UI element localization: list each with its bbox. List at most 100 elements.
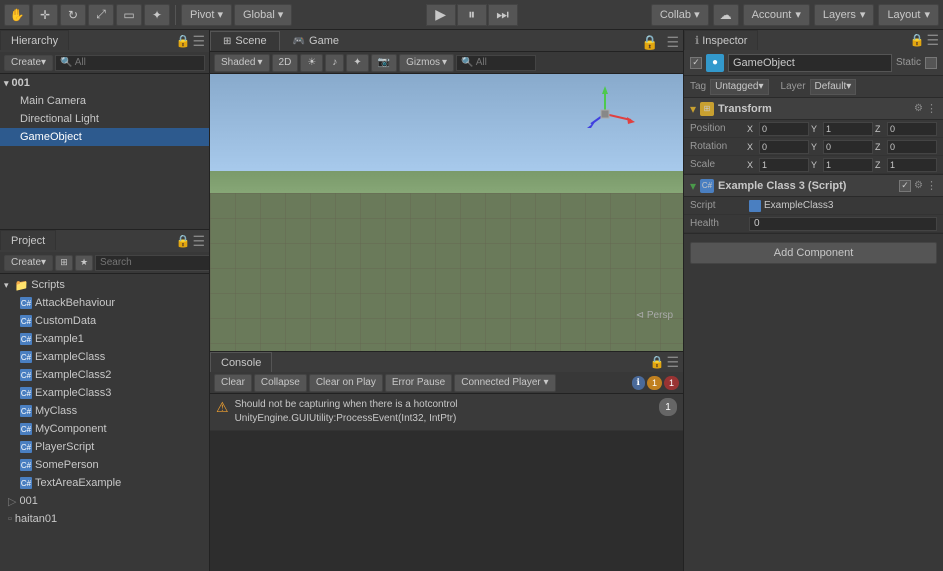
hand-tool-button[interactable]: ✋ <box>4 4 30 26</box>
project-search-input[interactable] <box>95 255 209 271</box>
project-scripts-folder[interactable]: ▾ 📁 Scripts <box>0 276 209 294</box>
inspector-menu-icon[interactable]: ☰ <box>926 32 939 49</box>
hierarchy-tab[interactable]: Hierarchy <box>0 30 69 50</box>
rotate-tool-button[interactable]: ↻ <box>60 4 86 26</box>
scene-tab[interactable]: ⊞ Scene <box>210 31 280 51</box>
project-menu-icon[interactable]: ☰ <box>192 233 205 250</box>
position-z-input[interactable] <box>887 122 937 136</box>
project-create-button[interactable]: Create ▾ <box>4 255 53 271</box>
health-field-input[interactable] <box>749 217 937 231</box>
console-lock-icon[interactable]: 🔒 <box>649 355 664 369</box>
console-entry-0[interactable]: ⚠ Should not be capturing when there is … <box>210 394 683 431</box>
project-tab[interactable]: Project <box>0 230 56 250</box>
game-tab[interactable]: 🎮 Game <box>280 31 352 51</box>
move-tool-button[interactable]: ✛ <box>32 4 58 26</box>
cloud-button[interactable]: ☁ <box>713 4 739 26</box>
scene-search-input[interactable] <box>456 55 536 71</box>
script-more-icon[interactable]: ⋮ <box>926 179 937 192</box>
transform-tool-button[interactable]: ✦ <box>144 4 170 26</box>
position-y-input[interactable] <box>823 122 873 136</box>
transform-more-icon[interactable]: ⋮ <box>926 102 937 115</box>
collab-button[interactable]: Collab ▾ <box>651 4 709 26</box>
scale-x-input[interactable] <box>759 158 809 172</box>
rect-tool-button[interactable]: ▭ <box>116 4 142 26</box>
scale-y-input[interactable] <box>823 158 873 172</box>
pivot-button[interactable]: Pivot ▾ <box>181 4 232 26</box>
transform-component-header[interactable]: ▾ ⊞ Transform ⚙ ⋮ <box>684 98 943 120</box>
project-item-exampleclass3[interactable]: C# ExampleClass3 <box>0 384 209 402</box>
layers-button[interactable]: Layers ▾ <box>814 4 875 26</box>
play-button[interactable]: ▶ <box>426 4 456 26</box>
hierarchy-item-main-camera[interactable]: Main Camera <box>0 92 209 110</box>
shading-dropdown[interactable]: Shaded ▾ <box>214 54 270 72</box>
separator-1 <box>175 5 176 25</box>
script-settings-icon[interactable]: ⚙ <box>914 180 923 191</box>
script-icon: C# <box>20 405 32 417</box>
position-x-input[interactable] <box>759 122 809 136</box>
hierarchy-lock-icon[interactable]: 🔒 <box>175 34 190 48</box>
hierarchy-search-input[interactable] <box>55 55 205 71</box>
pause-button[interactable]: ⏸ <box>457 4 487 26</box>
project-item-001[interactable]: ▷ 001 <box>0 492 209 510</box>
audio-toggle[interactable]: ♪ <box>325 54 344 72</box>
project-lock-icon[interactable]: 🔒 <box>175 234 190 248</box>
gameobject-name-input[interactable] <box>728 54 892 72</box>
project-item-myclass[interactable]: C# MyClass <box>0 402 209 420</box>
script-component-header[interactable]: ▾ C# Example Class 3 (Script) ✓ ⚙ ⋮ <box>684 175 943 197</box>
rotation-x-input[interactable] <box>759 140 809 154</box>
static-checkbox[interactable] <box>925 57 937 69</box>
collapse-button[interactable]: Collapse <box>254 374 307 392</box>
rotation-y-input[interactable] <box>823 140 873 154</box>
account-button[interactable]: Account ▾ <box>743 4 810 26</box>
project-item-customdata[interactable]: C# CustomData <box>0 312 209 330</box>
layout-button[interactable]: Layout ▾ <box>878 4 939 26</box>
fx-toggle[interactable]: ✦ <box>346 54 368 72</box>
perspective-label: ⊲ Persp <box>636 310 673 321</box>
hierarchy-menu-icon[interactable]: ☰ <box>192 33 205 50</box>
project-item-haitan01[interactable]: ▫ haitan01 <box>0 510 209 528</box>
rotation-z-input[interactable] <box>887 140 937 154</box>
add-component-button[interactable]: Add Component <box>690 242 937 264</box>
error-pause-button[interactable]: Error Pause <box>385 374 452 392</box>
connected-player-button[interactable]: Connected Player ▾ <box>454 374 555 392</box>
gameobject-active-checkbox[interactable]: ✓ <box>690 57 702 69</box>
hierarchy-item-directional-light[interactable]: Directional Light <box>0 110 209 128</box>
console-menu-icon[interactable]: ☰ <box>666 354 679 371</box>
project-item-someperson[interactable]: C# SomePerson <box>0 456 209 474</box>
project-view-toggle[interactable]: ⊞ <box>55 255 73 271</box>
scene-camera-toggle[interactable]: 📷 <box>371 54 397 72</box>
tag-layer-row: Tag Untagged ▾ Layer Default ▾ <box>684 76 943 98</box>
scale-y-field: Y <box>811 158 873 172</box>
scale-z-input[interactable] <box>887 158 937 172</box>
step-button[interactable]: ⏭ <box>488 4 518 26</box>
center-menu-icon[interactable]: ☰ <box>662 34 683 51</box>
transform-settings-icon[interactable]: ⚙ <box>914 103 923 114</box>
scale-tool-button[interactable]: ⤢ <box>88 4 114 26</box>
console-tab[interactable]: Console <box>210 352 272 372</box>
project-item-example1[interactable]: C# Example1 <box>0 330 209 348</box>
project-item-textareaexample[interactable]: C# TextAreaExample <box>0 474 209 492</box>
layer-dropdown[interactable]: Default ▾ <box>810 79 857 95</box>
project-item-exampleclass2[interactable]: C# ExampleClass2 <box>0 366 209 384</box>
center-lock-icon[interactable]: 🔒 <box>637 34 662 51</box>
lighting-toggle[interactable]: ☀ <box>300 54 323 72</box>
project-item-playerscript[interactable]: C# PlayerScript <box>0 438 209 456</box>
hierarchy-create-button[interactable]: Create ▾ <box>4 55 53 71</box>
2d-button[interactable]: 2D <box>272 54 299 72</box>
scene-viewport[interactable]: ⊲ Persp <box>210 74 683 351</box>
script-active-checkbox[interactable]: ✓ <box>899 180 911 192</box>
inspector-lock-icon[interactable]: 🔒 <box>909 33 924 47</box>
tag-dropdown[interactable]: Untagged ▾ <box>710 79 768 95</box>
clear-on-play-button[interactable]: Clear on Play <box>309 374 383 392</box>
inspector-tab[interactable]: ℹ Inspector <box>684 30 758 50</box>
global-button[interactable]: Global ▾ <box>234 4 292 26</box>
scene-root-item[interactable]: ▾ 001 <box>0 74 209 92</box>
play-controls: ▶ ⏸ ⏭ <box>426 4 518 26</box>
project-item-attackbehaviour[interactable]: C# AttackBehaviour <box>0 294 209 312</box>
gizmos-dropdown[interactable]: Gizmos ▾ <box>399 54 454 72</box>
hierarchy-item-gameobject[interactable]: GameObject <box>0 128 209 146</box>
project-star-button[interactable]: ★ <box>75 255 93 271</box>
project-item-mycomponent[interactable]: C# MyComponent <box>0 420 209 438</box>
clear-button[interactable]: Clear <box>214 374 252 392</box>
project-item-exampleclass[interactable]: C# ExampleClass <box>0 348 209 366</box>
